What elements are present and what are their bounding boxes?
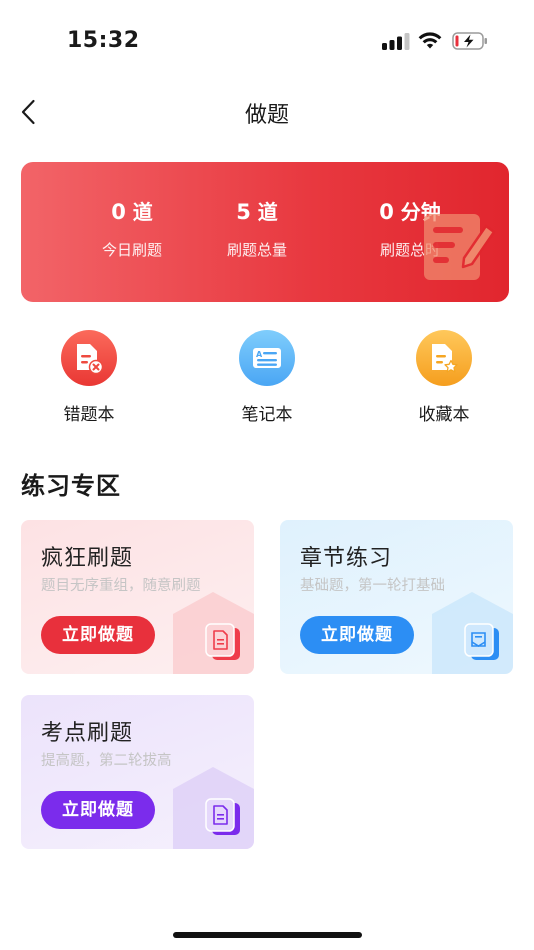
svg-text:A: A [256, 350, 263, 359]
section-title: 练习专区 [21, 472, 121, 500]
wifi-icon [418, 32, 442, 49]
tool-wrong-book[interactable]: 错题本 [34, 330, 144, 425]
stat-total: 5 道 刷题总量 [192, 196, 322, 260]
practice-card-keypoint[interactable]: 考点刷题 提高题，第二轮拔高 立即做题 [21, 695, 254, 849]
practice-card-title: 章节练习 [300, 546, 393, 571]
document-edit-icon [424, 214, 496, 280]
home-indicator[interactable] [173, 932, 362, 938]
document-icon [205, 623, 240, 660]
nav-header: 做题 [0, 88, 534, 136]
stat-today-label: 今日刷题 [101, 241, 162, 259]
stat-total-label: 刷题总量 [226, 241, 287, 259]
battery-charging-icon [452, 32, 487, 50]
start-practice-button[interactable]: 立即做题 [41, 791, 155, 829]
tool-notebook-label: 笔记本 [241, 405, 293, 425]
document-icon [205, 798, 240, 835]
practice-card-title: 疯狂刷题 [41, 546, 134, 571]
status-bar: 15:32 [0, 0, 534, 80]
tool-wrong-book-label: 错题本 [63, 405, 115, 425]
stat-total-value: 5 道 [236, 200, 278, 224]
tool-favorites-label: 收藏本 [418, 405, 470, 425]
status-time: 15:32 [67, 28, 140, 53]
stat-today: 0 道 今日刷题 [67, 196, 197, 260]
cellular-signal-icon [382, 33, 410, 50]
practice-card-subtitle: 提高题，第二轮拔高 [41, 753, 172, 769]
practice-card-crazy[interactable]: 疯狂刷题 题目无序重组，随意刷题 立即做题 [21, 520, 254, 674]
start-practice-button[interactable]: 立即做题 [300, 616, 414, 654]
start-practice-button[interactable]: 立即做题 [41, 616, 155, 654]
tool-notebook[interactable]: A 笔记本 [212, 330, 322, 425]
practice-card-subtitle: 基础题，第一轮打基础 [300, 578, 445, 594]
stats-card: 0 道 今日刷题 5 道 刷题总量 0 分钟 刷题总时 [21, 162, 509, 302]
notebook-icon: A [239, 330, 295, 386]
page-title: 做题 [244, 103, 289, 128]
wrong-book-icon [61, 330, 117, 386]
tool-favorites[interactable]: 收藏本 [389, 330, 499, 425]
book-icon [464, 623, 499, 660]
favorites-icon [416, 330, 472, 386]
stat-today-value: 0 道 [111, 200, 153, 224]
practice-card-title: 考点刷题 [41, 721, 134, 746]
practice-card-chapter[interactable]: 章节练习 基础题，第一轮打基础 立即做题 [280, 520, 513, 674]
